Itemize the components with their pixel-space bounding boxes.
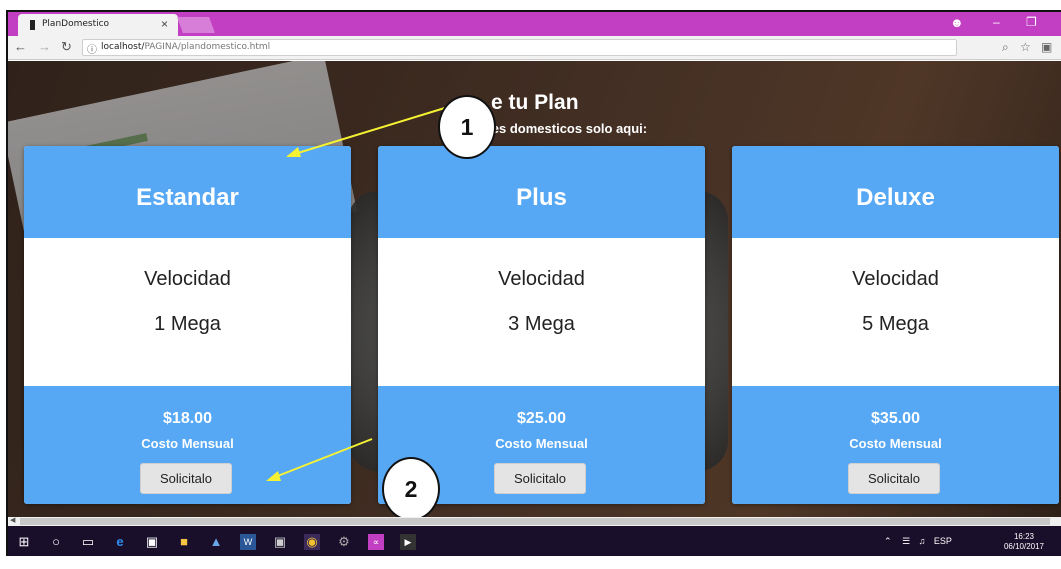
title-bar: PlanDomestico × ☻ – ❐ [8,12,1061,36]
back-icon[interactable]: ← [14,39,27,54]
reload-icon[interactable]: ↻ [61,39,72,55]
system-tray: ⌃ ☰ ♫ ESP [884,536,952,547]
bookmark-star-icon[interactable]: ☆ [1020,40,1031,54]
address-bar: ← → ↻ ⓘ localhost/PAGINA/plandomestico.h… [8,36,1061,60]
browser-tab[interactable]: PlanDomestico × [18,14,178,36]
callout-2: 2 [382,457,440,521]
info-icon[interactable]: ⓘ [87,41,97,56]
extension-icon[interactable]: ▣ [1041,40,1052,54]
horizontal-scrollbar[interactable]: ◀ [8,517,1061,526]
windows-start-icon[interactable]: ⊞ [16,534,32,550]
tab-title: PlanDomestico [42,19,110,29]
clock[interactable]: 16:23 06/10/2017 [998,532,1050,552]
network-icon[interactable]: ☰ [902,536,910,546]
url-field[interactable]: ⓘ localhost/PAGINA/plandomestico.html [82,39,957,56]
task-view-icon[interactable]: ▭ [80,534,96,550]
app-window-icon[interactable]: ▣ [272,534,288,550]
close-tab-icon[interactable]: × [161,17,168,31]
arrow-1-line [287,106,449,157]
language-indicator[interactable]: ESP [934,536,952,546]
xampp-icon[interactable]: ∝ [368,534,384,550]
file-explorer-icon[interactable]: ■ [176,534,192,550]
chrome-icon[interactable]: ◉ [304,534,320,550]
url-host: localhost/ [101,42,145,52]
search-icon[interactable]: ○ [48,534,64,550]
media-player-icon[interactable]: ▶ [400,534,416,550]
page-content: e tu Plan lanes domesticos solo aqui: Es… [8,61,1061,521]
clock-date: 06/10/2017 [1003,542,1045,551]
arrow-2-line [269,438,373,480]
restore-icon[interactable]: ❐ [1026,15,1037,29]
arrow-2-head [266,471,281,481]
user-icon[interactable]: ☻ [950,15,964,30]
taskbar: ⊞ ○ ▭ e ▣ ■ ▲ W ▣ ◉ ⚙ ∝ ▶ ⌃ ☰ ♫ ESP 16:2… [8,526,1061,556]
edge-browser-icon[interactable]: e [112,534,128,550]
clock-time: 16:23 [1013,532,1035,541]
word-icon[interactable]: W [240,534,256,550]
new-tab-button[interactable] [177,17,215,33]
app-icon-2[interactable]: ⚙ [336,534,352,550]
store-icon[interactable]: ▣ [144,534,160,550]
show-hidden-icons-icon[interactable]: ⌃ [884,536,892,546]
scrollbar-thumb[interactable] [20,518,1050,525]
scroll-left-icon[interactable]: ◀ [10,516,15,524]
arrow-1-head [286,147,301,157]
annotation-arrows [266,106,449,481]
app-icon[interactable]: ▲ [208,534,224,550]
forward-icon[interactable]: → [38,39,51,54]
url-path: PAGINA/plandomestico.html [144,42,271,52]
volume-icon[interactable]: ♫ [919,536,926,546]
page-icon [30,20,35,30]
zoom-icon[interactable]: ⌕ [1002,40,1009,55]
browser-window: PlanDomestico × ☻ – ❐ ← → ↻ ⓘ localhost/… [6,10,1061,556]
callout-1: 1 [438,95,496,159]
minimize-icon[interactable]: – [993,15,1000,29]
